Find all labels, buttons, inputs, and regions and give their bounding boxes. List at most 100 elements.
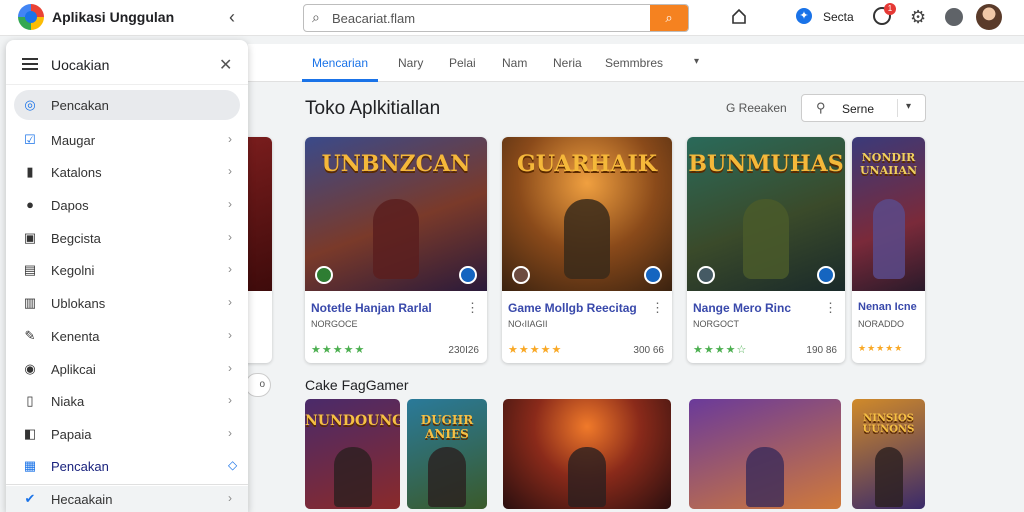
rating-stars: ★★★★☆	[693, 344, 748, 356]
rating-stars: ★★★★★	[858, 343, 904, 353]
category-tabs: Mencarian Nary Pelai Nam Neria Semmbres …	[248, 44, 1024, 82]
badge-icon	[459, 266, 477, 284]
chevron-right-icon: ›	[228, 361, 232, 375]
tab-mencarian[interactable]: Mencarian	[312, 56, 368, 70]
chevron-down-icon[interactable]: ▾	[906, 101, 911, 112]
card-title: Notetle Hanjan Rarlal	[311, 301, 432, 315]
close-icon[interactable]: ✕	[219, 55, 232, 75]
card-subtitle: NO‹IIAGII	[508, 319, 548, 329]
chevron-right-icon: ›	[228, 197, 232, 211]
notification-icon[interactable]: 1	[873, 3, 896, 25]
game-artwork: NONDIR UNAIIAN	[852, 137, 925, 291]
calendar-icon: ▣	[23, 230, 37, 245]
card-title: Nenan Icne	[858, 301, 917, 313]
download-count: 230I26	[448, 345, 479, 356]
drawer-item-hecaakain[interactable]: ✔ Hecaakain ›	[14, 486, 240, 512]
drawer-item-kegolni[interactable]: ▤ Kegolni ›	[14, 255, 240, 285]
download-count: 300 66	[633, 345, 664, 356]
card-subtitle: NORGOCE	[311, 319, 358, 329]
tab-nary[interactable]: Nary	[398, 56, 423, 70]
game-tile[interactable]: NINSIOS UUNONS	[852, 399, 925, 509]
grid-icon: ▦	[23, 458, 37, 473]
drawer-item-papaia[interactable]: ◧ Papaia ›	[14, 419, 240, 449]
download-count: 190 86	[806, 345, 837, 356]
badge-icon	[315, 266, 333, 284]
chevron-right-icon: ›	[228, 132, 232, 146]
more-options-icon[interactable]: ⋮	[651, 300, 664, 316]
brand-icon[interactable]: ✦	[796, 8, 812, 24]
game-artwork: GUARHAIK	[502, 137, 672, 291]
game-tile[interactable]: DUGHR ANIES	[407, 399, 487, 509]
edit-icon: ✎	[24, 328, 36, 343]
game-artwork: BUNMUHAS	[687, 137, 845, 291]
tab-neria[interactable]: Neria	[553, 56, 582, 70]
home-icon[interactable]	[731, 8, 747, 24]
drawer-item-dapos[interactable]: ● Dapos ›	[14, 190, 240, 220]
account-icon[interactable]	[945, 8, 963, 26]
tab-nam[interactable]: Nam	[502, 56, 527, 70]
game-card[interactable]: UNBNZCAN Notetle Hanjan Rarlal ⋮ NORGOCE…	[305, 137, 487, 363]
drawer-item-pencakan[interactable]: ◎ Pencakan	[14, 90, 240, 120]
tab-semmbres[interactable]: Semmbres	[605, 56, 663, 70]
top-app-bar: Aplikasi Unggulan ‹ ⌕ Beacariat.flam ⌕ ✦…	[0, 0, 1024, 36]
game-tile[interactable]	[689, 399, 841, 509]
drawer-item-kenenta[interactable]: ✎ Kenenta ›	[14, 321, 240, 351]
game-card[interactable]: NONDIR UNAIIAN Nenan Icne NORADDO ★★★★★	[852, 137, 925, 363]
diamond-icon: ◇	[228, 458, 238, 472]
game-artwork: UNBNZCAN	[305, 137, 487, 291]
drawer-item-aplikcai[interactable]: ◉ Aplikcai ›	[14, 354, 240, 384]
search-button[interactable]: ⌕	[650, 5, 688, 31]
game-card[interactable]: BUNMUHAS Nange Mero Rinc ⋮ NORGOCT ★★★★☆…	[687, 137, 845, 363]
rating-stars: ★★★★★	[311, 344, 366, 356]
chevron-right-icon: ›	[228, 328, 232, 342]
sort-dropdown[interactable]: ⚲ Serne ▾	[801, 94, 926, 122]
card-subtitle: NORGOCT	[693, 319, 739, 329]
drawer-item-pencakan-2[interactable]: ▦ Pencakan ◇	[14, 451, 240, 481]
badge-icon	[697, 266, 715, 284]
card-subtitle: NORADDO	[858, 319, 905, 329]
partial-button[interactable]: o	[245, 373, 271, 397]
game-tile[interactable]: NUNDOUNGAN	[305, 399, 400, 509]
settings-gear-icon[interactable]: ⚙	[910, 7, 926, 28]
app-logo-icon[interactable]	[18, 4, 44, 30]
bookmark-icon: ▮	[26, 164, 34, 179]
drawer-item-maugar[interactable]: ☑ Maugar ›	[14, 125, 240, 155]
drawer-item-katalons[interactable]: ▮ Katalons ›	[14, 157, 240, 187]
badge-icon	[817, 266, 835, 284]
card-title: Nange Mero Rinc	[693, 301, 792, 315]
sort-hint: G Reeaken	[726, 101, 787, 115]
tabs-more-chevron-icon[interactable]: ▾	[694, 56, 699, 67]
menu-icon[interactable]	[22, 58, 38, 70]
sort-value: Serne	[842, 102, 875, 116]
shield-icon: ◉	[24, 361, 36, 376]
chevron-right-icon: ›	[228, 262, 232, 276]
drawer-item-ublokans[interactable]: ▥ Ublokans ›	[14, 288, 240, 318]
ticket-icon: ▤	[23, 262, 37, 277]
more-options-icon[interactable]: ⋮	[466, 300, 479, 316]
person-icon: ●	[26, 197, 34, 212]
page-title: Toko Aplkitiallan	[305, 98, 441, 119]
more-options-icon[interactable]: ⋮	[824, 300, 837, 316]
notification-badge: 1	[884, 3, 896, 15]
chevron-right-icon: ›	[228, 164, 232, 178]
compass-icon: ◎	[24, 97, 36, 112]
person-icon: ⚲	[816, 100, 826, 115]
badge-icon	[512, 266, 530, 284]
back-icon[interactable]: ‹	[229, 7, 235, 28]
chevron-right-icon: ›	[228, 230, 232, 244]
search-bar[interactable]: ⌕ Beacariat.flam ⌕	[303, 4, 689, 32]
search-input[interactable]: Beacariat.flam	[332, 11, 415, 26]
tab-pelai[interactable]: Pelai	[449, 56, 476, 70]
user-label[interactable]: Secta	[823, 10, 854, 24]
badge-icon	[644, 266, 662, 284]
drawer-item-begcista[interactable]: ▣ Begcista ›	[14, 223, 240, 253]
active-tab-indicator	[302, 79, 378, 82]
section-title: Cake FagGamer	[305, 377, 409, 393]
game-card[interactable]: GUARHAIK Game Mollgb Reecitag ⋮ NO‹IIAGI…	[502, 137, 672, 363]
drawer-title: Uocakian	[51, 57, 110, 73]
avatar[interactable]	[976, 4, 1002, 30]
game-tile[interactable]	[503, 399, 671, 509]
card-title: Game Mollgb Reecitag	[508, 301, 637, 315]
chevron-right-icon: ›	[228, 295, 232, 309]
drawer-item-niaka[interactable]: ▯ Niaka ›	[14, 386, 240, 416]
